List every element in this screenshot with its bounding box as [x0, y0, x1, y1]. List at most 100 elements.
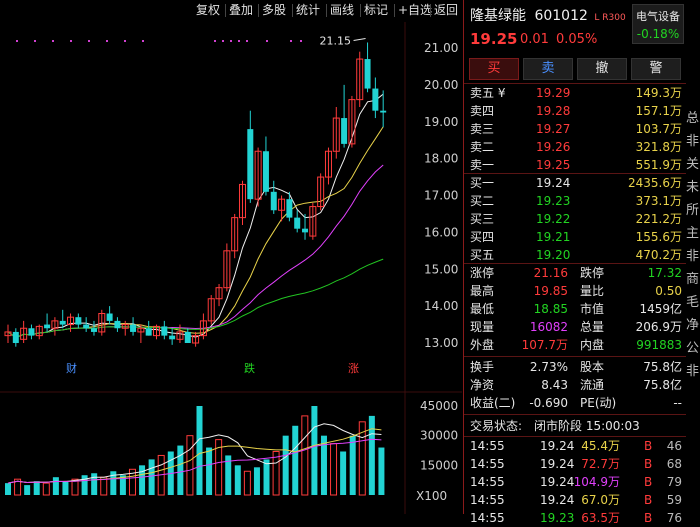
trade-button-2[interactable]: 撤	[577, 58, 627, 80]
edge-label: 未	[686, 180, 700, 195]
volume-bar-down	[253, 467, 260, 495]
tick-price: 19.24	[540, 493, 575, 507]
quote-panel: 隆基绿能 601012 L R300 电气设备 -0.18% 19.25 0.0…	[463, 0, 686, 525]
bid-price: 19.23	[536, 194, 571, 208]
ask-price: 19.25	[536, 158, 571, 172]
tick-volume: 63.5万	[581, 511, 620, 525]
candle-body-down	[145, 328, 152, 336]
candle-body-down	[114, 320, 121, 329]
bid-price: 19.24	[536, 176, 571, 190]
toolbar-separator	[225, 4, 226, 17]
bid-row: 买一 19.24 2435.6万	[464, 174, 686, 192]
edge-label: 非	[686, 134, 700, 149]
toolbar-button-7[interactable]: 返回	[434, 2, 458, 19]
price-tick-label: 21.00	[424, 41, 458, 55]
sector-name: 电气设备	[636, 10, 680, 23]
toolbar-button-4[interactable]: 画线	[330, 2, 354, 19]
tick-side: B	[644, 475, 653, 489]
stat-label: 市值	[580, 302, 605, 316]
bid-label: 买二	[470, 194, 495, 208]
toolbar-button-0[interactable]: 复权	[196, 2, 220, 19]
tick-volume: 67.0万	[581, 493, 620, 507]
stock-tags: L R300	[594, 13, 626, 23]
toolbar-separator	[394, 4, 395, 17]
bid-price: 19.22	[536, 212, 571, 226]
stat-value: 18.85	[533, 302, 568, 316]
volume-bar-up	[42, 482, 50, 496]
toolbar-button-5[interactable]: 标记	[364, 2, 388, 19]
toolbar-button-3[interactable]: 统计	[296, 2, 320, 19]
stat-value: 0.50	[655, 284, 682, 298]
volume-bar-down	[282, 435, 289, 495]
volume-bar-up	[330, 443, 338, 496]
ma60-line	[7, 258, 384, 339]
trade-button-0[interactable]: 买	[469, 58, 519, 80]
stat-value: 75.8亿	[643, 378, 682, 392]
trade-button-1[interactable]: 卖	[523, 58, 573, 80]
ask-row: 卖三 19.27 103.7万	[464, 120, 686, 138]
price-tick-label: 13.00	[424, 336, 458, 350]
candle-body-down	[75, 317, 82, 325]
kline-chart[interactable]: 21.00 20.00 19.00 18.00 17.00 16.00 15.00 14.00…	[0, 22, 462, 514]
volume-bar-down	[263, 459, 270, 495]
tick-count: 68	[666, 457, 682, 471]
event-marker: 涨	[348, 362, 359, 375]
stat-label: PE(动)	[580, 396, 617, 410]
bid-label: 买三	[470, 212, 495, 226]
dot-marker	[290, 40, 292, 42]
bid-volume: 470.2万	[635, 248, 682, 262]
stat-label: 内盘	[580, 338, 605, 352]
trade-status: 交易状态: 闭市阶段 15:00:03	[464, 417, 686, 435]
edge-label: 关	[686, 157, 700, 172]
stat-label: 最高	[470, 284, 495, 298]
trade-button-3[interactable]: 警	[631, 58, 681, 80]
ask-label: 卖一	[470, 158, 495, 172]
volume-bar-down	[311, 406, 318, 495]
candle-body-down	[161, 326, 168, 336]
stat-label: 量比	[580, 284, 605, 298]
toolbar-button-1[interactable]: 叠加	[229, 2, 253, 19]
stat-value: 21.16	[533, 266, 568, 280]
stat-row: 涨停 21.16 跌停 17.32	[464, 264, 686, 282]
ask-price: 19.29	[536, 86, 571, 100]
trade-status-value: 闭市阶段 15:00:03	[534, 419, 640, 433]
stat-row: 收益(二) -0.690 PE(动) --	[464, 394, 686, 412]
candle-body-down	[270, 191, 277, 211]
tick-row: 14:55 19.24 67.0万 B 59	[464, 491, 686, 509]
peak-arrow	[353, 37, 366, 41]
volume-bar-down	[292, 425, 299, 495]
trade-status-label: 交易状态:	[470, 419, 523, 433]
candle-body-down	[372, 88, 379, 111]
event-markers: 财跌涨	[66, 361, 359, 375]
stat-label: 收益(二)	[470, 396, 516, 410]
volume-bar-down	[206, 447, 213, 495]
ask-volume: 149.3万	[635, 86, 682, 100]
ask-row: 卖一 19.25 551.9万	[464, 156, 686, 174]
volume-bar-down	[52, 477, 59, 495]
toolbar-button-6[interactable]: +自选	[398, 2, 432, 19]
candle-body-down	[302, 228, 309, 233]
candle-body-down	[59, 320, 66, 325]
edge-label: 毛	[686, 295, 700, 310]
volume-bar-up	[301, 415, 309, 496]
sector-box[interactable]: 电气设备 -0.18%	[632, 4, 684, 44]
tick-count: 46	[666, 439, 682, 453]
stat-row: 净资 8.43 流通 75.8亿	[464, 376, 686, 394]
tick-row: 14:55 19.24 104.9万 B 79	[464, 473, 686, 491]
candle-body-down	[184, 331, 191, 343]
volume-tick-label: 45000	[420, 399, 458, 413]
stock-title: 隆基绿能 601012 L R300	[470, 5, 626, 25]
stat-label: 外盘	[470, 338, 495, 352]
stat-value: 1459亿	[639, 302, 682, 316]
stat-value: 991883	[636, 338, 682, 352]
event-marker: 跌	[244, 361, 255, 375]
dot-marker	[106, 40, 108, 42]
candle-body-down	[44, 324, 51, 329]
stat-label: 换手	[470, 360, 495, 374]
tick-row: 14:55 19.24 72.7万 B 68	[464, 455, 686, 473]
volume-bar-down	[62, 481, 69, 495]
toolbar-separator	[292, 4, 293, 17]
toolbar-button-2[interactable]: 多股	[262, 2, 286, 19]
price-change-percent: 0.05%	[556, 32, 598, 47]
volume-bar-up	[243, 470, 251, 496]
